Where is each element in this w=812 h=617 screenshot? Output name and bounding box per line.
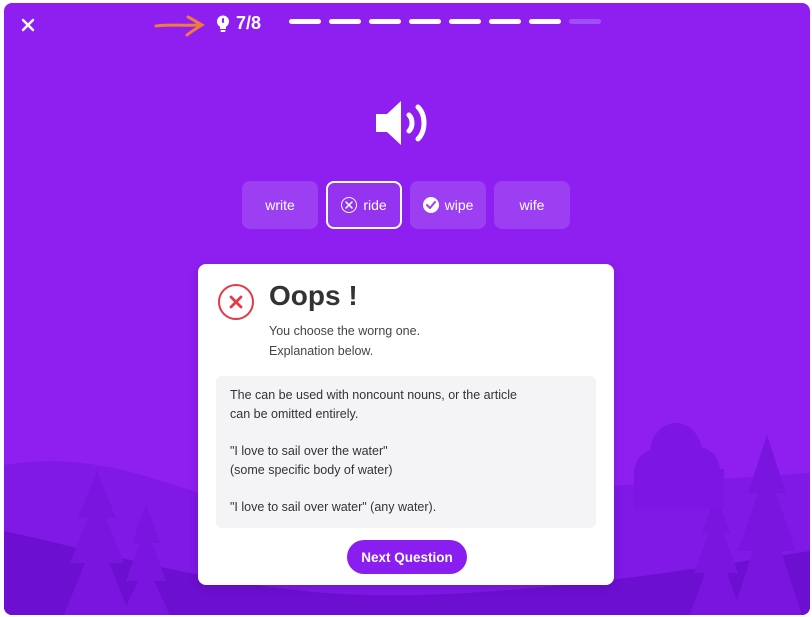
progress-segment: [369, 19, 401, 24]
option-label: write: [265, 197, 295, 213]
close-button[interactable]: [17, 14, 39, 36]
next-question-button[interactable]: Next Question: [347, 540, 467, 574]
check-circle-icon: [422, 197, 439, 213]
explanation-line: can be omitted entirely.: [230, 407, 359, 421]
speaker-icon: [376, 101, 427, 145]
feedback-title: Oops !: [269, 280, 358, 311]
annotation-arrow: [154, 15, 206, 37]
explanation-box: The can be used with noncount nouns, or …: [216, 376, 596, 528]
explanation-line: "I love to sail over water" (any water).: [230, 500, 437, 514]
option-label: ride: [363, 197, 387, 213]
progress-segment: [329, 19, 361, 24]
hint-counter: 7/8: [216, 13, 261, 34]
progress-segment: [289, 19, 321, 24]
error-x-icon: [218, 284, 254, 320]
option-label: wife: [519, 197, 545, 213]
progress-segment: [409, 19, 441, 24]
option-wife[interactable]: wife: [494, 181, 570, 229]
explanation-paragraph: The can be used with noncount nouns, or …: [230, 386, 582, 424]
explanation-paragraph: "I love to sail over the water" (some sp…: [230, 442, 582, 480]
option-ride[interactable]: ride: [326, 181, 402, 229]
progress-bar: [289, 19, 601, 24]
feedback-subtitle-line: Explanation below.: [269, 344, 374, 358]
progress-segment: [489, 19, 521, 24]
option-wipe[interactable]: wipe: [410, 181, 486, 229]
close-icon: [21, 18, 35, 32]
option-label: wipe: [444, 197, 474, 213]
x-circle-icon: [341, 197, 358, 213]
feedback-subtitle-line: You choose the worng one.: [269, 324, 421, 338]
x-icon: [229, 295, 243, 309]
option-write[interactable]: write: [242, 181, 318, 229]
play-audio-button[interactable]: [374, 95, 438, 151]
feedback-card: Oops ! You choose the worng one. Explana…: [198, 264, 614, 585]
quiz-app: 7/8 write ride wipe wife Oops ! You choose …: [4, 3, 810, 615]
explanation-line: (some specific body of water): [230, 463, 393, 477]
explanation-line: The can be used with noncount nouns, or …: [230, 388, 517, 402]
explanation-paragraph: "I love to sail over water" (any water).: [230, 498, 582, 517]
explanation-line: "I love to sail over the water": [230, 444, 388, 458]
lightbulb-icon: [217, 15, 229, 32]
progress-segment: [569, 19, 601, 24]
progress-segment: [449, 19, 481, 24]
answer-options: write ride wipe wife: [242, 181, 570, 229]
hint-count: 7/8: [236, 13, 262, 33]
feedback-subtitle: You choose the worng one. Explanation be…: [269, 321, 420, 361]
progress-segment: [529, 19, 561, 24]
